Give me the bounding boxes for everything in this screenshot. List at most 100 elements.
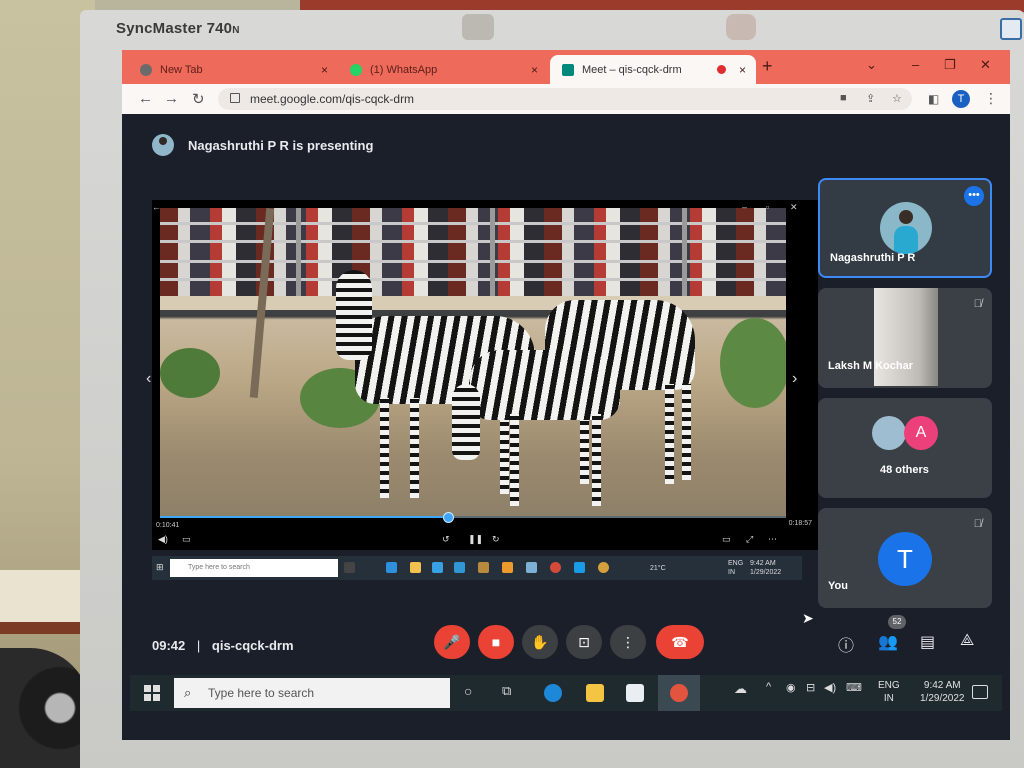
end-call-button[interactable]: ☎	[656, 625, 704, 659]
tab-meet[interactable]: Meet – qis-cqck-drm ×	[550, 55, 756, 84]
whatsapp-icon	[350, 63, 362, 76]
camera-icon[interactable]: ■	[840, 92, 847, 104]
shared-store-icon	[432, 562, 443, 573]
onedrive-icon[interactable]: ☁	[734, 681, 747, 697]
participant-name: You	[828, 580, 848, 592]
new-tab-button[interactable]: +	[762, 56, 773, 77]
bookmark-star-icon[interactable]: ☆	[892, 92, 902, 105]
zebra-leg	[510, 414, 519, 506]
close-tab-icon[interactable]: ×	[739, 63, 746, 77]
people-icon[interactable]: 👥	[878, 632, 898, 652]
profile-avatar[interactable]: T	[952, 90, 970, 108]
notifications-icon[interactable]	[972, 685, 988, 699]
fullscreen-icon[interactable]: ⤢	[746, 534, 753, 545]
meeting-code: qis-cqck-drm	[211, 638, 294, 653]
volume-icon[interactable]: ◀)	[158, 534, 168, 545]
subtitles-icon[interactable]: ▭	[182, 534, 191, 545]
tab-whatsapp[interactable]: (1) WhatsApp ×	[338, 55, 548, 84]
task-view-icon[interactable]: ⧉	[502, 683, 511, 699]
forward-icon[interactable]: ↻	[492, 534, 500, 545]
video-close-icon[interactable]: ✕	[790, 202, 798, 213]
bush	[720, 318, 786, 408]
rail-post	[682, 208, 687, 300]
minimize-button[interactable]: –	[912, 57, 919, 72]
next-chevron-icon[interactable]: ›	[792, 370, 797, 388]
video-minimize-icon[interactable]: –	[742, 202, 747, 212]
tab-search-button[interactable]: ⌄	[866, 57, 877, 73]
back-icon[interactable]: ←	[138, 90, 153, 107]
video-duration: 0:18:57	[788, 520, 812, 527]
show-hidden-icons[interactable]: ^	[766, 681, 771, 693]
language-indicator[interactable]: ENG IN	[878, 679, 900, 705]
present-screen-button[interactable]: ⊡	[566, 625, 602, 659]
video-seek-bar[interactable]	[160, 512, 786, 523]
share-icon[interactable]: ⇪	[866, 92, 875, 105]
network-icon[interactable]: ⊟	[806, 681, 815, 694]
cast-icon[interactable]: ▭	[722, 534, 731, 545]
more-options-icon[interactable]: •••	[964, 186, 984, 206]
close-tab-icon[interactable]: ×	[321, 63, 328, 77]
raise-hand-button[interactable]: ✋	[522, 625, 558, 659]
mouse-cursor-icon: ➤	[802, 610, 814, 626]
participant-tile-you[interactable]: T 🎙̸ You	[818, 508, 992, 608]
participant-tile-laksh[interactable]: 🎙̸ Laksh M Kochar	[818, 288, 992, 388]
tab-new-tab[interactable]: New Tab ×	[128, 55, 338, 84]
mic-off-icon: 🎙̸	[973, 518, 982, 530]
shared-app-icon	[478, 562, 489, 573]
more-icon[interactable]: ⋯	[768, 534, 777, 545]
chrome-icon[interactable]	[670, 684, 688, 702]
language-code: ENG	[878, 680, 900, 691]
clock-date: 1/29/2022	[920, 693, 965, 704]
self-avatar: T	[878, 532, 932, 586]
railing	[160, 278, 786, 281]
presentation-stage: ← – ▫ ✕ ‹ › 0:10:41 0:18:57 ◀) ▭ ↺ ❚❚ ↻ …	[146, 200, 818, 580]
tab-label: Meet – qis-cqck-drm	[582, 63, 682, 76]
address-bar[interactable]: meet.google.com/qis-cqck-drm ■ ⇪ ☆	[218, 88, 912, 110]
video-progress-knob[interactable]	[442, 512, 454, 523]
cortana-icon[interactable]: ○	[464, 683, 472, 699]
shared-vlc-icon	[502, 562, 513, 573]
more-options-button[interactable]: ⋮	[610, 625, 646, 659]
shared-chrome-icon	[598, 562, 609, 573]
participant-tile-others[interactable]: A 48 others	[818, 398, 992, 498]
meet-indicator-icon[interactable]: ◉	[786, 681, 796, 694]
video-restore-icon[interactable]: ▫	[766, 202, 769, 212]
camera-toggle-button[interactable]: ■	[478, 625, 514, 659]
webcam-clip	[1000, 18, 1022, 40]
keyboard-icon[interactable]: ⌨	[846, 681, 862, 694]
meeting-details-icon[interactable]: ⓘ	[838, 632, 854, 656]
video-progress-fill	[160, 516, 448, 518]
pause-icon[interactable]: ❚❚	[468, 534, 483, 545]
menu-kebab-icon[interactable]: ⋮	[984, 90, 998, 107]
volume-icon[interactable]: ◀)	[824, 681, 836, 694]
participant-tile-presenter[interactable]: ••• Nagashruthi P R	[818, 178, 992, 278]
forward-icon[interactable]: →	[164, 90, 179, 107]
zebra-video-frame	[160, 208, 786, 518]
zebra-head	[336, 270, 372, 360]
file-explorer-icon[interactable]	[586, 684, 604, 702]
separator: |	[196, 638, 201, 653]
rewind-icon[interactable]: ↺	[442, 534, 450, 545]
shared-lang: ENG IN	[728, 560, 744, 576]
store-icon[interactable]	[626, 684, 644, 702]
presenting-banner: Nagashruthi P R is presenting	[152, 134, 373, 156]
restore-button[interactable]: ❐	[944, 57, 956, 73]
meeting-info: 09:42 | qis-cqck-drm	[152, 638, 294, 653]
others-count: 48 others	[880, 464, 929, 476]
mic-toggle-button[interactable]: 🎤	[434, 625, 470, 659]
close-window-button[interactable]: ✕	[980, 57, 991, 73]
participant-photo	[880, 202, 932, 254]
side-panel-icon[interactable]: ◧	[928, 92, 939, 106]
chat-icon[interactable]: ▤	[920, 632, 935, 652]
previous-chevron-icon[interactable]: ‹	[146, 370, 151, 388]
video-back-icon[interactable]: ←	[152, 202, 161, 212]
taskbar-search-box[interactable]: ⌕ Type here to search	[174, 678, 450, 708]
windows-start-icon[interactable]	[144, 685, 160, 701]
shared-app-icon	[526, 562, 537, 573]
system-clock[interactable]: 9:42 AM 1/29/2022	[920, 679, 965, 705]
activities-icon[interactable]: ⟁	[960, 632, 974, 650]
edge-icon[interactable]	[544, 684, 562, 702]
close-tab-icon[interactable]: ×	[531, 63, 538, 77]
reload-icon[interactable]: ↻	[192, 90, 205, 108]
rail-post	[490, 208, 495, 300]
